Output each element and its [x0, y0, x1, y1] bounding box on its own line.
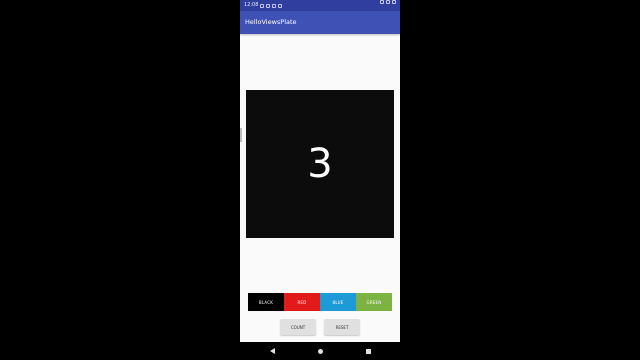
color-button-row: BLACK RED BLUE GREEN	[248, 293, 392, 311]
battery-icon	[392, 0, 396, 4]
status-bar: 12:08	[240, 0, 400, 11]
home-icon	[317, 348, 323, 354]
recents-icon	[365, 348, 371, 354]
edge-handle	[240, 128, 242, 142]
status-right	[380, 0, 396, 4]
home-button[interactable]	[316, 347, 324, 355]
red-button-label: RED	[297, 299, 307, 305]
status-left: 12:08	[244, 0, 283, 11]
phone-screen: 12:08 HelloViewsPlate 3 BLACK RED BLUE G…	[240, 0, 400, 360]
green-button[interactable]: GREEN	[356, 293, 392, 311]
blue-button[interactable]: BLUE	[320, 293, 356, 311]
count-display: 3	[246, 90, 394, 238]
red-button[interactable]: RED	[284, 293, 320, 311]
green-button-label: GREEN	[366, 299, 382, 305]
count-button[interactable]: COUNT	[280, 319, 316, 335]
black-button[interactable]: BLACK	[248, 293, 284, 311]
count-button-label: COUNT	[290, 324, 306, 330]
notification-icon	[260, 3, 265, 8]
status-time: 12:08	[244, 2, 259, 8]
signal-icon	[386, 0, 390, 4]
reset-button-label: RESET	[335, 324, 349, 330]
notification-icon	[278, 3, 283, 8]
reset-button[interactable]: RESET	[324, 319, 360, 335]
app-title: HelloViewsPlate	[245, 18, 297, 26]
back-button[interactable]	[268, 347, 276, 355]
action-button-row: COUNT RESET	[280, 319, 360, 335]
black-button-label: BLACK	[258, 299, 274, 305]
back-icon	[269, 348, 275, 354]
navigation-bar	[240, 342, 400, 360]
count-value: 3	[307, 141, 333, 187]
recents-button[interactable]	[364, 347, 372, 355]
blue-button-label: BLUE	[332, 299, 344, 305]
wifi-icon	[380, 0, 384, 4]
notification-icon	[272, 3, 277, 8]
notification-icon	[266, 3, 271, 8]
app-bar: HelloViewsPlate	[240, 11, 400, 34]
